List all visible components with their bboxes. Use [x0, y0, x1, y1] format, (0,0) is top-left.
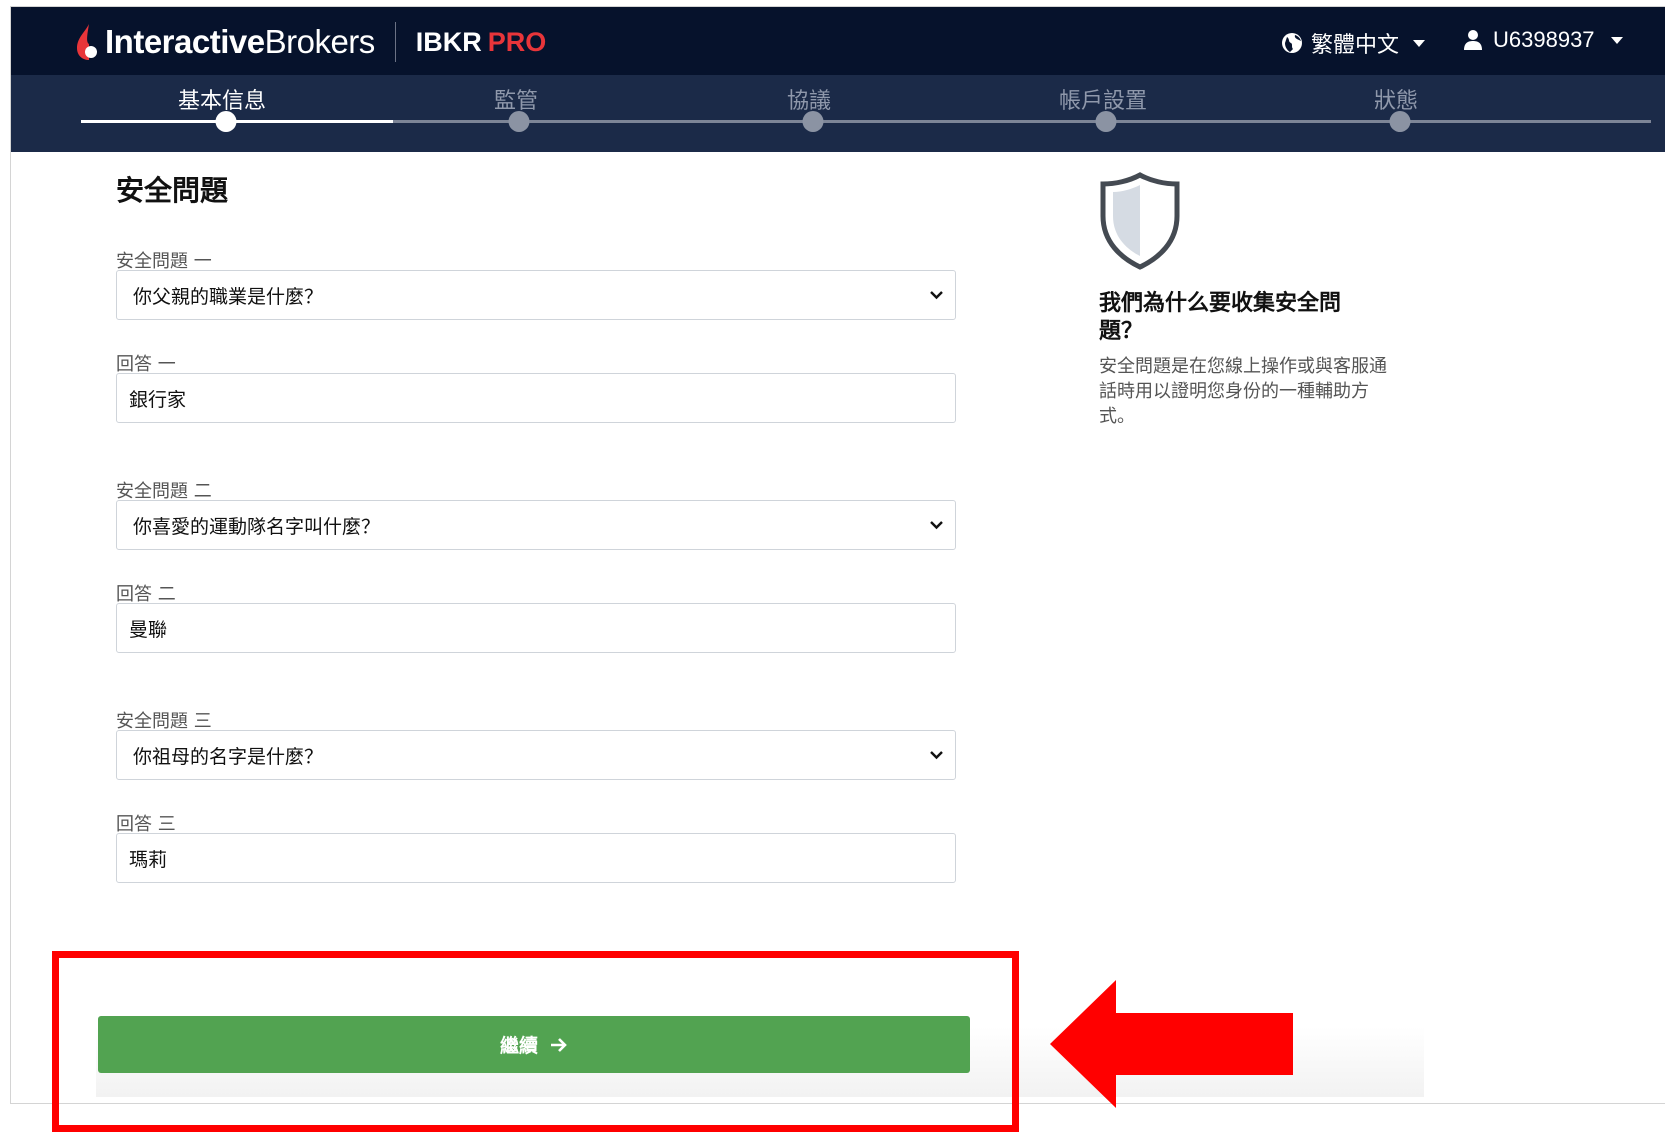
step-dot-status — [1389, 111, 1411, 132]
step-dot-basic-info — [215, 111, 237, 132]
top-navbar: InteractiveBrokers IBKR PRO 繁體中文 U6398937 — [11, 7, 1665, 75]
step-label-regulatory: 監管 — [493, 89, 539, 114]
progress-steps: 基本信息 監管 協議 帳戶設置 狀態 — [11, 75, 1665, 152]
brand-name: InteractiveBrokers — [105, 23, 375, 60]
chevron-down-icon — [930, 521, 943, 530]
step-label-agreements: 協議 — [786, 89, 832, 114]
chevron-down-icon — [1413, 39, 1426, 47]
step-dot-agreements — [802, 111, 824, 132]
user-menu[interactable]: U6398937 — [1463, 27, 1623, 53]
answer-1-input[interactable]: 銀行家 — [116, 373, 956, 423]
language-selector[interactable]: 繁體中文 — [1281, 27, 1426, 59]
language-label: 繁體中文 — [1311, 33, 1400, 58]
flame-logo-icon — [77, 24, 97, 60]
step-label-basic-info: 基本信息 — [177, 89, 267, 114]
answer-3-value: 瑪莉 — [129, 848, 168, 871]
chevron-down-icon — [930, 291, 943, 300]
answer-1-value: 銀行家 — [129, 388, 187, 411]
brand-logo[interactable]: InteractiveBrokers IBKR PRO — [75, 17, 546, 67]
sidebar-description: 安全問題是在您線上操作或與客服通話時用以證明您身份的一種輔助方式。 — [1099, 356, 1387, 427]
progress-track-completed — [81, 120, 393, 123]
page-title: 安全問題 — [116, 174, 229, 207]
question-3-select[interactable]: 你祖母的名字是什麼？ — [116, 730, 956, 780]
annotation-highlight-box — [52, 951, 1019, 1132]
shield-icon — [1100, 172, 1180, 270]
answer-3-input[interactable]: 瑪莉 — [116, 833, 956, 883]
step-dot-regulatory — [508, 111, 530, 132]
user-icon — [1464, 30, 1482, 50]
step-label-status: 狀態 — [1373, 89, 1419, 114]
browser-frame: InteractiveBrokers IBKR PRO 繁體中文 U6398937… — [10, 6, 1665, 1104]
answer-2-input[interactable]: 曼聯 — [116, 603, 956, 653]
chevron-down-icon — [930, 751, 943, 760]
annotation-arrow-icon — [1050, 980, 1293, 1108]
step-label-account-setup: 帳戶設置 — [1058, 89, 1148, 114]
question-2-select[interactable]: 你喜愛的運動隊名字叫什麼？ — [116, 500, 956, 550]
question-2-value: 你喜愛的運動隊名字叫什麼？ — [133, 515, 381, 538]
step-dot-account-setup — [1095, 111, 1117, 132]
chevron-down-icon — [1610, 36, 1623, 44]
question-3-value: 你祖母的名字是什麼？ — [133, 745, 324, 768]
globe-icon — [1282, 33, 1302, 53]
question-1-value: 你父親的職業是什麼？ — [133, 285, 324, 308]
logo-divider — [394, 22, 396, 62]
question-1-select[interactable]: 你父親的職業是什麼？ — [116, 270, 956, 320]
answer-2-value: 曼聯 — [129, 618, 168, 641]
user-id: U6398937 — [1493, 27, 1595, 52]
sidebar-title: 我們為什么要收集安全問題？ — [1099, 291, 1342, 344]
product-name: IBKR PRO — [415, 26, 547, 57]
